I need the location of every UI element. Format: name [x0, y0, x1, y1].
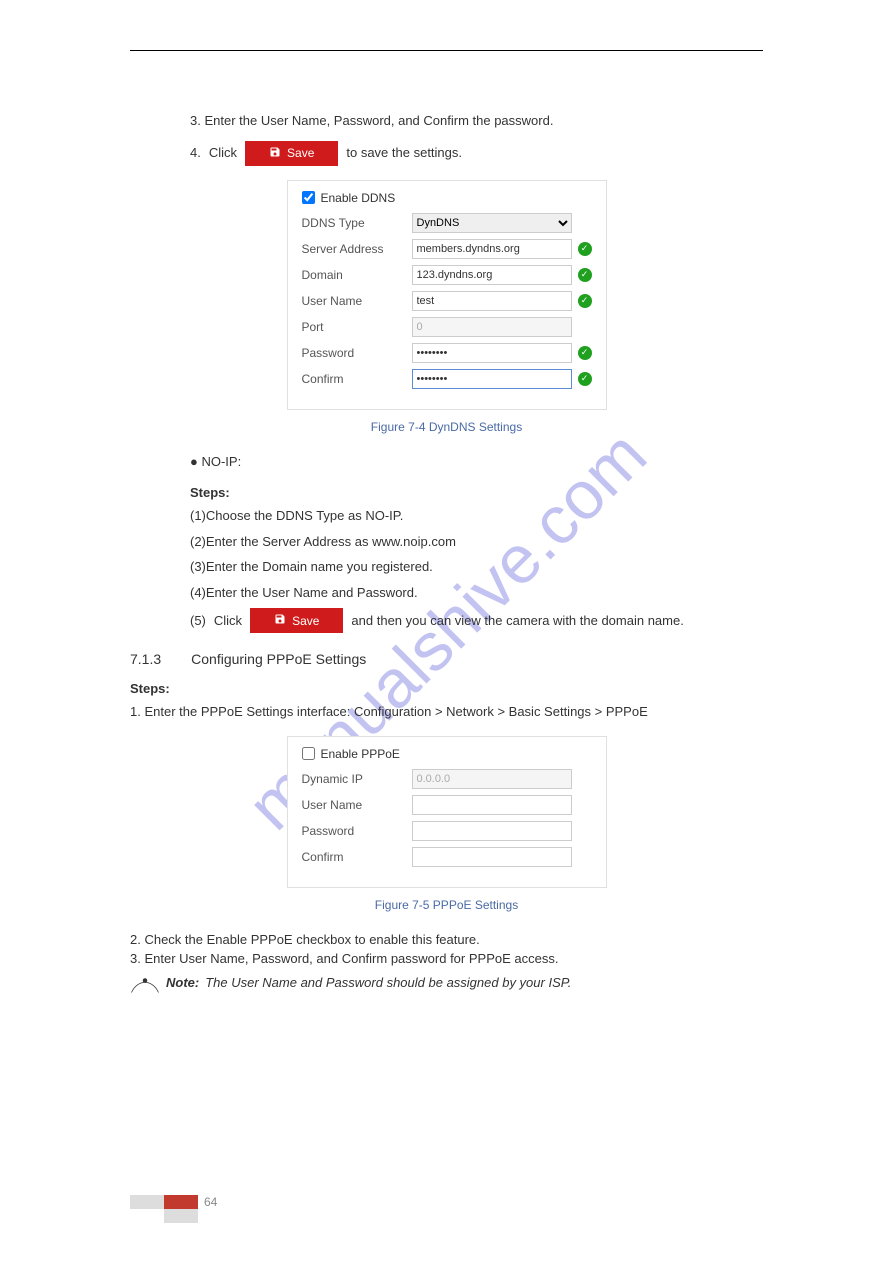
- check-icon: [578, 372, 592, 386]
- pppoe-figure: Enable PPPoE Dynamic IP User Name Passwo…: [130, 736, 763, 888]
- figure-2-caption: Figure 7-5 PPPoE Settings: [130, 898, 763, 912]
- steps-label-1: Steps:: [190, 485, 763, 500]
- note-row: Note: The User Name and Password should …: [130, 975, 763, 998]
- server-address-input[interactable]: [412, 239, 572, 259]
- save-button[interactable]: Save: [245, 141, 338, 166]
- domain-input[interactable]: [412, 265, 572, 285]
- username-input[interactable]: [412, 291, 572, 311]
- server-address-label: Server Address: [302, 242, 412, 256]
- noip-step-5-a: Click: [214, 611, 242, 631]
- check-icon: [578, 294, 592, 308]
- ddns-type-label: DDNS Type: [302, 216, 412, 230]
- pppoe-panel: Enable PPPoE Dynamic IP User Name Passwo…: [287, 736, 607, 888]
- pppoe-step-3: 3. Enter User Name, Password, and Confir…: [130, 949, 763, 969]
- page-footer: 64: [130, 1195, 217, 1223]
- pppoe-step-2: 2. Check the Enable PPPoE checkbox to en…: [130, 930, 763, 950]
- dynamicip-input[interactable]: [412, 769, 572, 789]
- port-label: Port: [302, 320, 412, 334]
- step-4-num: 4.: [190, 143, 201, 163]
- port-input[interactable]: [412, 317, 572, 337]
- page-number: 64: [204, 1195, 217, 1209]
- dynamicip-label: Dynamic IP: [302, 772, 412, 786]
- noip-heading: ● NO-IP:: [190, 452, 763, 472]
- note-icon: [130, 975, 160, 998]
- ddns-type-select[interactable]: DynDNS: [412, 213, 572, 233]
- section-title: Configuring PPPoE Settings: [191, 651, 366, 667]
- noip-step-5: (5) Click Save and then you can view the…: [190, 608, 763, 633]
- header-rule: [130, 50, 763, 51]
- pppoe-user-label: User Name: [302, 798, 412, 812]
- domain-label: Domain: [302, 268, 412, 282]
- save-icon: [269, 146, 281, 161]
- pppoe-confirm-label: Confirm: [302, 850, 412, 864]
- step-4-b: to save the settings.: [346, 143, 462, 163]
- step-4-a: Click: [209, 143, 237, 163]
- ddns-panel: Enable DDNS DDNS Type DynDNS Server Addr…: [287, 180, 607, 410]
- save-icon: [274, 613, 286, 628]
- section-heading: 7.1.3 Configuring PPPoE Settings: [130, 651, 763, 667]
- step-3: 3. Enter the User Name, Password, and Co…: [190, 111, 763, 131]
- password-input[interactable]: [412, 343, 572, 363]
- save-label: Save: [287, 146, 314, 160]
- steps-label-2: Steps:: [130, 681, 763, 696]
- save-button-2[interactable]: Save: [250, 608, 343, 633]
- pppoe-confirm-input[interactable]: [412, 847, 572, 867]
- footer-swatch-grey2: [164, 1209, 198, 1223]
- confirm-label: Confirm: [302, 372, 412, 386]
- password-label: Password: [302, 346, 412, 360]
- enable-ddns-label: Enable DDNS: [321, 191, 396, 205]
- check-icon: [578, 268, 592, 282]
- section-number: 7.1.3: [130, 651, 161, 667]
- check-icon: [578, 242, 592, 256]
- save-label-2: Save: [292, 614, 319, 628]
- pppoe-user-input[interactable]: [412, 795, 572, 815]
- page-content: 3. Enter the User Name, Password, and Co…: [130, 50, 763, 998]
- pppoe-step-1: 1. Enter the PPPoE Settings interface: C…: [130, 702, 763, 722]
- check-icon: [578, 346, 592, 360]
- noip-step-1: (1)Choose the DDNS Type as NO-IP.: [190, 506, 763, 526]
- enable-pppoe-checkbox[interactable]: [302, 747, 315, 760]
- step-3-num: 3.: [190, 113, 201, 128]
- pppoe-pass-input[interactable]: [412, 821, 572, 841]
- footer-swatch-grey: [130, 1195, 164, 1209]
- noip-step-4: (4)Enter the User Name and Password.: [190, 583, 763, 603]
- enable-ddns-checkbox[interactable]: [302, 191, 315, 204]
- username-label: User Name: [302, 294, 412, 308]
- noip-step-5-b: and then you can view the camera with th…: [351, 611, 683, 631]
- footer-swatch-red: [164, 1195, 198, 1209]
- enable-pppoe-label: Enable PPPoE: [321, 747, 400, 761]
- ddns-figure: Enable DDNS DDNS Type DynDNS Server Addr…: [130, 180, 763, 410]
- confirm-input[interactable]: [412, 369, 572, 389]
- pppoe-pass-label: Password: [302, 824, 412, 838]
- noip-step-3: (3)Enter the Domain name you registered.: [190, 557, 763, 577]
- noip-step-2: (2)Enter the Server Address as www.noip.…: [190, 532, 763, 552]
- note-text: The User Name and Password should be ass…: [205, 975, 571, 998]
- figure-1-caption: Figure 7-4 DynDNS Settings: [130, 420, 763, 434]
- note-label: Note:: [166, 975, 199, 998]
- step-3-text: Enter the User Name, Password, and Confi…: [204, 113, 553, 128]
